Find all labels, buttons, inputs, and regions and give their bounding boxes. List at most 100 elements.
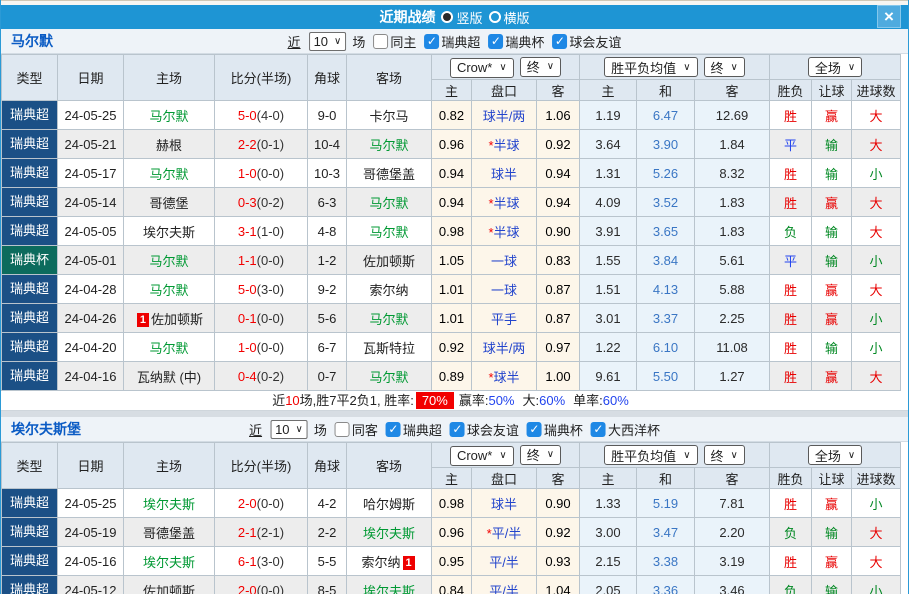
league-checkbox[interactable] [424,34,439,49]
col-corner: 角球 [308,55,347,101]
fulltime-score: 0-3 [238,195,257,210]
avg-draw-odds: 5.19 [637,489,695,518]
halftime-score: (0-0) [257,340,284,355]
league-type-cell: 瑞典超 [2,217,58,246]
handicap-line: 平/半 [489,584,519,594]
match-date: 24-04-28 [58,275,124,304]
col-odds-home: 主 [432,468,472,489]
fulltime-dropdown[interactable]: 全场 [808,57,862,77]
league-type-cell: 瑞典超 [2,159,58,188]
handicap-result: 输 [812,576,852,594]
avg-final-dropdown[interactable]: 终 [704,57,745,77]
match-count-select[interactable]: 10 [309,32,347,51]
league-checkbox[interactable] [527,422,542,437]
odds-final-dropdown[interactable]: 终 [520,57,561,77]
vertical-layout-radio[interactable] [441,11,453,23]
vertical-layout-label: 竖版 [456,8,482,27]
close-icon[interactable] [877,5,901,28]
handicap-result: 输 [812,130,852,159]
away-team-cell: 马尔默 [347,130,432,159]
league-type-cell: 瑞典超 [2,518,58,547]
home-team: 埃尔夫斯 [143,555,195,570]
match-count-select[interactable]: 10 [270,420,308,439]
odds-final-dropdown[interactable]: 终 [520,445,561,465]
match-result: 胜 [770,101,812,130]
avg-home-odds: 1.55 [580,246,637,275]
match-result: 胜 [770,489,812,518]
score-cell: 0-3(0-2) [215,188,308,217]
league-checkbox[interactable] [450,422,465,437]
league-badge: 瑞典超 [2,188,57,216]
match-date: 24-05-17 [58,159,124,188]
col-type: 类型 [2,55,58,101]
home-odds: 0.96 [432,130,472,159]
table-row: 瑞典超 24-05-14 哥德堡 0-3(0-2) 6-3 马尔默 0.94 *… [2,188,901,217]
league-checkbox[interactable] [591,422,606,437]
horizontal-layout-radio[interactable] [489,11,501,23]
fulltime-score: 2-0 [238,496,257,511]
handicap-cell: 球半/两 [472,101,537,130]
handicap-result: 输 [812,159,852,188]
avg-source-dropdown[interactable]: 胜平负均值 [604,57,697,77]
fulltime-score: 0-1 [238,311,257,326]
avg-draw-odds: 6.10 [637,333,695,362]
match-result: 平 [770,246,812,275]
avg-final-dropdown[interactable]: 终 [704,445,745,465]
table-row: 瑞典超 24-04-16 瓦纳默 (中) 0-4(0-2) 0-7 马尔默 0.… [2,362,901,391]
handicap-line: 球半 [491,497,517,512]
away-odds: 0.87 [537,304,580,333]
goals-result: 大 [852,518,901,547]
handicap-result: 赢 [812,547,852,576]
avg-draw-odds: 3.90 [637,130,695,159]
table-row: 瑞典超 24-05-05 埃尔夫斯 3-1(1-0) 4-8 马尔默 0.98 … [2,217,901,246]
fulltime-score: 2-0 [238,583,257,594]
handicap-result: 赢 [812,275,852,304]
summary-count: 10 [285,393,299,408]
home-odds: 0.95 [432,547,472,576]
league-badge: 瑞典超 [2,489,57,517]
red-card-badge: 1 [403,556,415,570]
league-checkbox[interactable] [386,422,401,437]
avg-away-odds: 5.61 [695,246,770,275]
home-team-cell: 哥德堡盖 [124,518,215,547]
home-team-cell: 埃尔夫斯 [124,217,215,246]
match-result: 负 [770,576,812,594]
same-home-checkbox[interactable] [373,34,388,49]
avg-home-odds: 1.33 [580,489,637,518]
table-row: 瑞典超 24-05-16 埃尔夫斯 6-1(3-0) 5-5 索尔纳1 0.95… [2,547,901,576]
handicap-line: 半球 [494,138,520,153]
avg-home-odds: 3.01 [580,304,637,333]
col-goals: 进球数 [852,468,901,489]
home-team-cell: 哥德堡 [124,188,215,217]
away-team: 马尔默 [369,138,408,153]
near-link[interactable]: 近 [288,32,301,51]
away-team: 哈尔姆斯 [363,497,415,512]
home-team-cell: 马尔默 [124,159,215,188]
col-score: 比分(半场) [215,55,308,101]
away-team: 埃尔夫斯 [363,526,415,541]
league-badge: 瑞典超 [2,159,57,187]
goals-result: 大 [852,130,901,159]
corner-score: 0-7 [308,362,347,391]
match-result: 胜 [770,304,812,333]
fulltime-dropdown[interactable]: 全场 [808,445,862,465]
home-team: 哥德堡 [149,196,188,211]
home-team-cell: 马尔默 [124,275,215,304]
same-home-label: 同主 [390,32,416,51]
odds-source-dropdown[interactable]: Crow* [450,446,514,466]
same-away-checkbox[interactable] [335,422,350,437]
avg-source-dropdown[interactable]: 胜平负均值 [604,445,697,465]
league-label: 瑞典杯 [505,32,544,51]
away-team-cell: 瓦斯特拉 [347,333,432,362]
table-row: 瑞典超 24-05-12 佐加顿斯 2-0(0-0) 8-5 埃尔夫斯 0.84… [2,576,901,594]
away-team: 瓦斯特拉 [363,341,415,356]
odds-source-dropdown[interactable]: Crow* [450,58,514,78]
league-checkbox[interactable] [488,34,503,49]
halftime-score: (0-0) [257,253,284,268]
near-link[interactable]: 近 [249,420,262,439]
team1-filterbar: 马尔默 近 10 场 同主 瑞典超 瑞典杯 球会友谊 [1,29,908,54]
halftime-score: (0-2) [257,195,284,210]
league-checkbox[interactable] [552,34,567,49]
table-header: 类型 日期 主场 比分(半场) 角球 客场 Crow*终 胜平负均值终 全场 主… [2,55,901,101]
match-date: 24-05-16 [58,547,124,576]
